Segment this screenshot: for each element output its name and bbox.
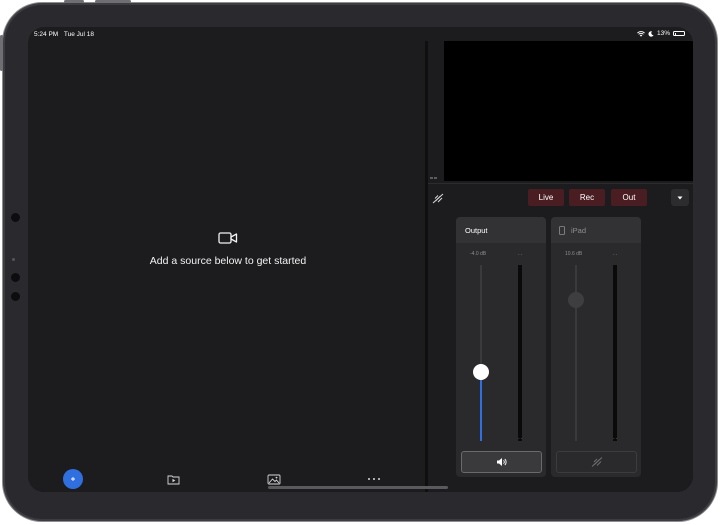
ipad-device-icon xyxy=(559,226,565,235)
image-icon xyxy=(267,474,281,484)
meter-tick: - - xyxy=(613,436,618,441)
mute-all-button[interactable] xyxy=(432,191,446,205)
moon-icon xyxy=(648,30,654,37)
meter-tick: - - xyxy=(518,436,523,441)
mixer-strip-output: Output -4.0 dB - - - - xyxy=(456,217,546,477)
empty-state-message: Add a source below to get started xyxy=(149,255,307,267)
output-pane: Live Rec Out Output -4.0 dB - - - - iPad… xyxy=(428,41,693,492)
status-date: Tue Jul 18 xyxy=(63,31,95,38)
wifi-icon xyxy=(637,30,645,37)
mute-toggle-button[interactable] xyxy=(556,451,637,473)
chevron-down-icon xyxy=(677,196,683,199)
app-screen: 5:24 PM Tue Jul 18 13% Add a source belo… xyxy=(28,27,693,492)
fader-knob[interactable] xyxy=(568,292,584,309)
sources-pane: Add a source below to get started xyxy=(28,41,425,492)
status-time: 5:24 PM xyxy=(34,31,59,38)
battery-icon xyxy=(673,31,685,36)
camera-dot xyxy=(11,213,20,222)
mute-toggle-button[interactable] xyxy=(461,451,542,473)
home-indicator[interactable] xyxy=(268,486,448,489)
camera-dot xyxy=(12,258,15,261)
mixer-strip-ipad: iPad 10.6 dB - - - - xyxy=(551,217,641,477)
record-button[interactable]: Rec xyxy=(569,189,605,206)
camera-dot xyxy=(11,292,20,301)
audio-level-marker-icon xyxy=(430,177,437,179)
meter-tick: - - xyxy=(518,252,523,257)
speaker-icon xyxy=(497,458,507,466)
volume-button xyxy=(95,0,131,3)
media-button[interactable] xyxy=(162,468,184,490)
live-button[interactable]: Live xyxy=(528,189,564,206)
battery-percent: 13% xyxy=(656,30,670,37)
side-button xyxy=(0,35,3,71)
fader-knob[interactable] xyxy=(473,364,489,381)
meter-tick: - - xyxy=(613,252,618,257)
audio-mute-icon xyxy=(591,457,602,467)
options-dropdown-button[interactable] xyxy=(671,189,689,206)
media-icon xyxy=(167,475,179,484)
strip-header: iPad xyxy=(551,217,641,243)
strip-level-label: 10.6 dB xyxy=(565,251,583,257)
broadcast-controls: Live Rec Out xyxy=(428,183,693,211)
more-icon xyxy=(368,478,380,480)
empty-state: Add a source below to get started xyxy=(148,231,308,268)
camera-dot xyxy=(11,273,20,282)
volume-button xyxy=(64,0,84,3)
output-button[interactable]: Out xyxy=(611,189,647,206)
strip-name: iPad xyxy=(571,226,587,235)
video-preview[interactable] xyxy=(444,41,693,181)
video-camera-icon xyxy=(218,232,238,244)
level-meter xyxy=(613,265,617,441)
add-source-icon xyxy=(63,469,83,489)
audio-mute-icon xyxy=(432,193,444,204)
strip-name: Output xyxy=(465,226,488,235)
level-meter xyxy=(518,265,522,441)
strip-header: Output xyxy=(456,217,546,243)
add-source-button[interactable] xyxy=(62,468,84,490)
status-bar: 5:24 PM Tue Jul 18 13% xyxy=(28,27,693,41)
fader-fill xyxy=(480,372,482,441)
strip-level-label: -4.0 dB xyxy=(470,251,487,257)
